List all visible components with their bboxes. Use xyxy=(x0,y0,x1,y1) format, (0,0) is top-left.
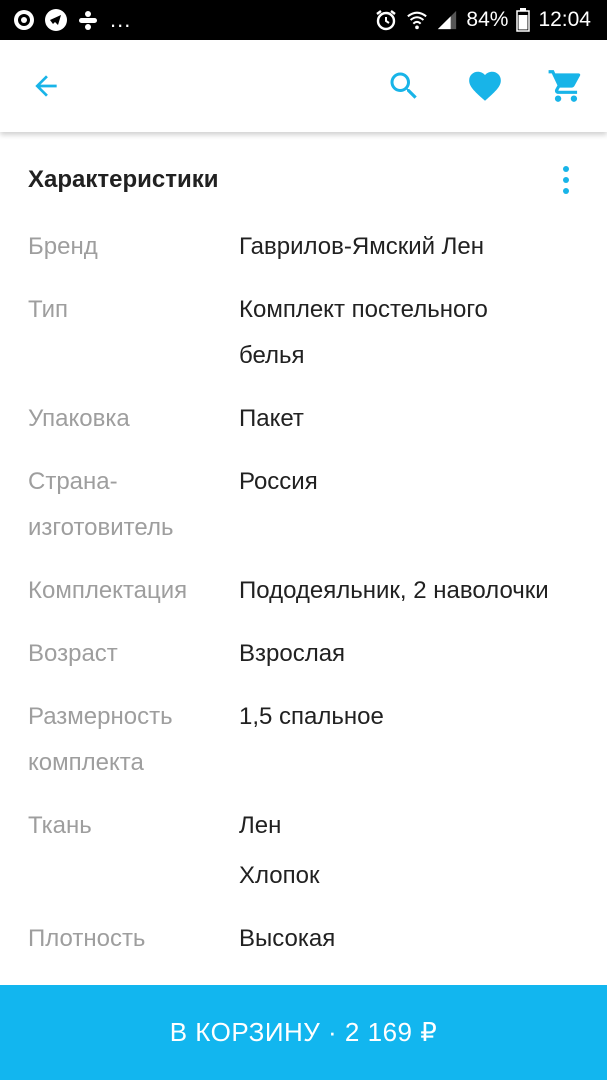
search-icon xyxy=(390,72,417,99)
target-icon xyxy=(14,10,34,30)
spec-values: 1,5 спальное xyxy=(239,694,559,786)
spec-label: Упаковка xyxy=(28,405,130,432)
clock: 12:04 xyxy=(538,8,591,31)
spec-values: Лен Хлопок xyxy=(239,803,559,899)
spec-row: Плотность Высокая xyxy=(0,916,607,979)
search-button[interactable] xyxy=(384,66,424,106)
spec-values: Россия xyxy=(239,459,559,551)
spec-row: Тип Комплект постельного белья xyxy=(0,287,607,396)
status-bar: ... 84% 12:04 xyxy=(0,0,607,40)
heart-icon xyxy=(469,71,501,101)
spec-row: Бренд Гаврилов-Ямский Лен xyxy=(0,224,607,287)
dot xyxy=(563,166,569,172)
add-to-cart-button[interactable]: В КОРЗИНУ · 2 169 ₽ xyxy=(0,985,607,1080)
spec-row: Возраст Взрослая xyxy=(0,631,607,694)
spec-value: Хлопок xyxy=(239,862,320,889)
spec-value: 1,5 спальное xyxy=(239,703,384,730)
spec-values: Комплект постельного белья xyxy=(239,287,559,379)
spec-label: Плотность xyxy=(28,925,146,952)
spec-row: Размерность комплекта 1,5 спальное xyxy=(0,694,607,803)
spec-row: Упаковка Пакет xyxy=(0,396,607,459)
spec-label: Тип xyxy=(28,296,69,323)
spec-row: Ткань Лен Хлопок xyxy=(0,803,607,916)
spec-value: Комплект постельного белья xyxy=(239,296,488,369)
back-button[interactable] xyxy=(26,66,66,106)
dot xyxy=(563,177,569,183)
spec-label: Страна-изготовитель xyxy=(28,468,174,541)
spec-value: Россия xyxy=(239,468,318,495)
section-title: Характеристики xyxy=(28,166,219,193)
spec-value: Высокая xyxy=(239,925,336,952)
spec-value: Лен xyxy=(239,812,282,839)
spec-label: Бренд xyxy=(28,233,98,260)
notification-icons: ... xyxy=(12,7,131,33)
spec-values: Пакет xyxy=(239,396,559,442)
more-options-button[interactable] xyxy=(552,162,580,198)
app-bar xyxy=(0,40,607,132)
alarm-icon xyxy=(376,10,397,31)
more-notifications: ... xyxy=(110,7,132,32)
app-icon xyxy=(79,11,97,30)
spec-row: Комплектация Пододеяльник, 2 наволочки xyxy=(0,568,607,631)
spec-label: Размерность комплекта xyxy=(28,703,173,776)
wifi-icon xyxy=(407,11,428,30)
spec-value: Пакет xyxy=(239,405,304,432)
cart-button[interactable] xyxy=(546,66,586,106)
spec-values: Гаврилов-Ямский Лен xyxy=(239,224,559,270)
telegram-icon xyxy=(45,9,67,31)
battery-percent: 84% xyxy=(466,8,509,31)
spec-value: Гаврилов-Ямский Лен xyxy=(239,233,485,260)
spec-list: Бренд Гаврилов-Ямский Лен Тип Комплект пост… xyxy=(0,224,607,979)
spec-value: Взрослая xyxy=(239,640,346,667)
spec-value: Пододеяльник, 2 наволочки xyxy=(239,577,549,604)
characteristics-panel: Характеристики Бренд Гаврилов-Ямский Лен Т… xyxy=(0,132,607,985)
spec-values: Высокая xyxy=(239,916,559,962)
spec-row: Страна-изготовитель Россия xyxy=(0,459,607,568)
spec-label: Комплектация xyxy=(28,577,188,604)
signal-icon xyxy=(438,10,457,30)
arrow-back-icon xyxy=(35,75,57,97)
spec-label: Возраст xyxy=(28,640,118,667)
shopping-cart-icon xyxy=(548,70,581,102)
spec-values: Пододеяльник, 2 наволочки xyxy=(239,568,559,614)
spec-values: Взрослая xyxy=(239,631,559,677)
battery-icon xyxy=(516,8,531,32)
favorite-button[interactable] xyxy=(465,66,505,106)
spec-label: Ткань xyxy=(28,812,92,839)
dot xyxy=(563,188,569,194)
system-icons: 84% 12:04 xyxy=(374,8,591,32)
